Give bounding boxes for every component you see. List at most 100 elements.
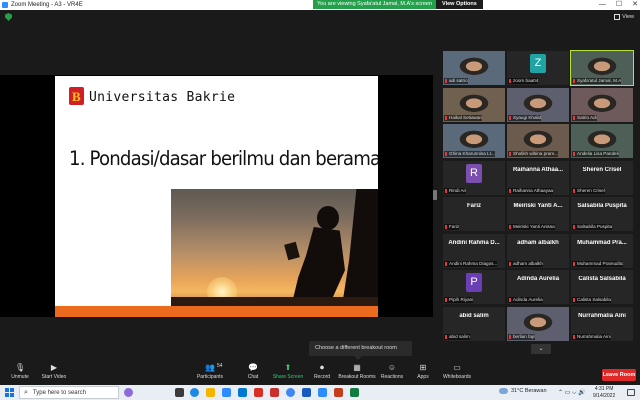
participant-tile[interactable]: Fariz Fariz xyxy=(443,197,505,231)
university-name: Universitas Bakrie xyxy=(89,90,236,105)
participant-name-label: adi satrio xyxy=(444,78,468,84)
participants-count: 54 xyxy=(217,363,223,369)
view-button[interactable]: View xyxy=(614,14,634,20)
unmute-label: Unmute xyxy=(11,374,29,380)
system-tray[interactable]: ⌃ ▭ ⌵ 🔊 xyxy=(558,389,586,397)
participant-tile[interactable]: Raihanna Athaa... Raihanna Athaayaa xyxy=(507,160,569,195)
zoom-taskbar-icon[interactable] xyxy=(222,388,231,397)
chat-button[interactable]: 💬 Chat xyxy=(233,363,273,380)
participant-avatar: R xyxy=(466,163,482,183)
participant-name-label: Syafa'atul Jamal, M.A xyxy=(572,78,622,84)
edge-icon[interactable] xyxy=(190,388,199,397)
participant-tile[interactable]: R Rindi Ari xyxy=(443,160,505,195)
participant-tile[interactable]: Syafa'atul Jamal, M.A xyxy=(570,50,634,86)
windows-start-icon[interactable] xyxy=(5,388,14,397)
start-video-button[interactable]: ▶ Start Video xyxy=(34,363,74,380)
participant-tile[interactable]: abid salim abid salim xyxy=(443,306,505,341)
participant-name-label: Adinda Aurelia xyxy=(508,297,543,303)
weather-widget[interactable]: 31°C Berawan xyxy=(499,388,547,394)
search-placeholder: Type here to search xyxy=(32,389,86,396)
participant-name-label: berlian fajri xyxy=(508,333,536,340)
close-icon[interactable]: ✕ xyxy=(632,0,638,10)
chrome-icon[interactable] xyxy=(286,388,295,397)
share-screen-label: Share Screen xyxy=(272,374,304,380)
book-silhouette xyxy=(284,241,300,261)
security-shield-icon[interactable] xyxy=(5,13,12,21)
participant-tile[interactable]: adi satrio xyxy=(443,51,505,85)
bakrie-logo: B xyxy=(69,87,84,105)
participant-display-name: Salsabila Puspita xyxy=(577,203,627,209)
participant-tile[interactable]: P Pipih Riyani xyxy=(443,270,505,304)
minimize-icon[interactable]: — xyxy=(599,0,606,10)
zoom-window: Zoom Meeting - A3 - VR4E — ☐ ✕ You are v… xyxy=(0,0,640,400)
participant-tile[interactable]: Meiriski Yanti A... Meiriski Yanti Anissa xyxy=(507,197,569,231)
participant-name-label: adham albalkh xyxy=(508,260,543,267)
zoom-meeting-taskbar-icon[interactable] xyxy=(318,388,327,397)
share-banner: You are viewing Syafa'atul Jamal, M.A's … xyxy=(313,0,483,9)
record-button[interactable]: ⏺ Record xyxy=(302,363,342,380)
participant-tile[interactable]: Andelia Lisa Pandeli xyxy=(571,124,633,158)
participant-name-label: Rindi Ari xyxy=(444,187,467,194)
file-explorer-icon[interactable] xyxy=(206,388,215,397)
participant-tile[interactable]: adham albalkh adham albalkh xyxy=(507,233,569,268)
weather-text: 31°C Berawan xyxy=(511,388,547,394)
participant-tile[interactable]: berlian fajri xyxy=(507,306,569,341)
app-red-icon[interactable] xyxy=(254,388,263,397)
windows-taskbar: ⌕ Type here to search 31°C Berawan ⌃ ▭ ⌵… xyxy=(0,385,640,400)
gallery-next-page-button[interactable]: ⌄ xyxy=(531,344,551,354)
slide-heading: 1. Pondasi/dasar berilmu dan beramal xyxy=(69,147,378,170)
participant-tile[interactable]: Calista Salsabila Calista Salsabila xyxy=(571,270,633,304)
participant-display-name: abid salim xyxy=(459,312,489,319)
powerpoint-icon[interactable] xyxy=(334,388,343,397)
participant-name-label: Pipih Riyani xyxy=(444,297,474,303)
participant-tile[interactable]: Sheren Crisel Sheren Crisel xyxy=(571,160,633,195)
maximize-icon[interactable]: ☐ xyxy=(616,0,622,10)
participant-display-name: Andini Rahma D... xyxy=(448,239,500,246)
slide-footer-bar xyxy=(55,306,378,317)
participant-name-label: Muhammad Pramudito xyxy=(572,260,624,267)
participant-tile[interactable]: Nurrahmalia Aini Nurrahmalia Aini xyxy=(571,306,633,341)
participant-tile[interactable]: Adinda Aurelia Adinda Aurelia xyxy=(507,270,569,304)
ground-silhouette xyxy=(171,297,378,306)
participant-name-label: Calista Salsabila xyxy=(572,297,611,303)
participant-name-label: Sholikh wibina pram... xyxy=(508,151,558,157)
participant-name-label: Andelia Lisa Pandeli xyxy=(572,151,619,157)
participant-name-label: Salsabila Puspita xyxy=(572,224,613,230)
participant-tile[interactable]: Syaugi Khalid xyxy=(507,87,569,122)
participant-name-label: Sheren Crisel xyxy=(572,187,605,194)
participant-tile[interactable]: Muhammad Pra... Muhammad Pramudito xyxy=(571,233,633,268)
taskbar-clock[interactable]: 4:31 PM 9/14/2022 xyxy=(593,386,615,399)
office-icon[interactable] xyxy=(270,388,279,397)
participant-tile[interactable]: Zzoom baa04 xyxy=(507,51,569,85)
participant-tile[interactable]: Satrio Adi xyxy=(571,87,633,122)
pane-resize-handle[interactable] xyxy=(433,190,437,200)
widget-icon[interactable] xyxy=(124,388,133,397)
participants-button[interactable]: 👥 Participants xyxy=(190,363,230,380)
participant-tile[interactable]: Andini Rahma D... Andini Rahma Diagos... xyxy=(443,233,505,268)
participant-tile[interactable]: Ghina Kharunnisa Lt... xyxy=(443,124,505,158)
participant-tile[interactable]: Haikal Setiawan xyxy=(443,87,505,122)
participant-display-name: Calista Salsabila xyxy=(578,276,626,282)
word-icon[interactable] xyxy=(302,388,311,397)
participant-display-name: Meiriski Yanti A... xyxy=(513,203,563,209)
record-icon: ⏺ xyxy=(320,363,324,372)
participant-tile[interactable]: Sholikh wibina pram... xyxy=(507,124,569,158)
clock-time: 4:31 PM xyxy=(594,386,614,392)
presentation-slide: B Universitas Bakrie 1. Pondasi/dasar be… xyxy=(55,76,378,317)
zoom-app-icon xyxy=(2,2,8,8)
mail-icon[interactable] xyxy=(238,388,247,397)
taskbar-search-box[interactable]: ⌕ Type here to search xyxy=(19,386,119,399)
excel-icon[interactable] xyxy=(350,388,359,397)
start-video-label: Start Video xyxy=(41,374,67,380)
view-label: View xyxy=(622,14,634,20)
participant-name-label: Fariz xyxy=(444,224,460,230)
participant-name-label: Andini Rahma Diagos... xyxy=(444,260,498,267)
participant-display-name: Raihanna Athaa... xyxy=(512,166,564,173)
view-options-button[interactable]: View Options xyxy=(436,0,483,9)
participant-tile[interactable]: Salsabila Puspita Salsabila Puspita xyxy=(571,197,633,231)
leave-room-button[interactable]: Leave Room xyxy=(602,369,636,381)
task-view-icon[interactable] xyxy=(175,388,184,397)
breakout-rooms-button[interactable]: ▦ Breakout Rooms xyxy=(337,363,377,380)
notification-icon[interactable] xyxy=(627,389,635,396)
whiteboards-button[interactable]: ▭ Whiteboards xyxy=(437,363,477,380)
